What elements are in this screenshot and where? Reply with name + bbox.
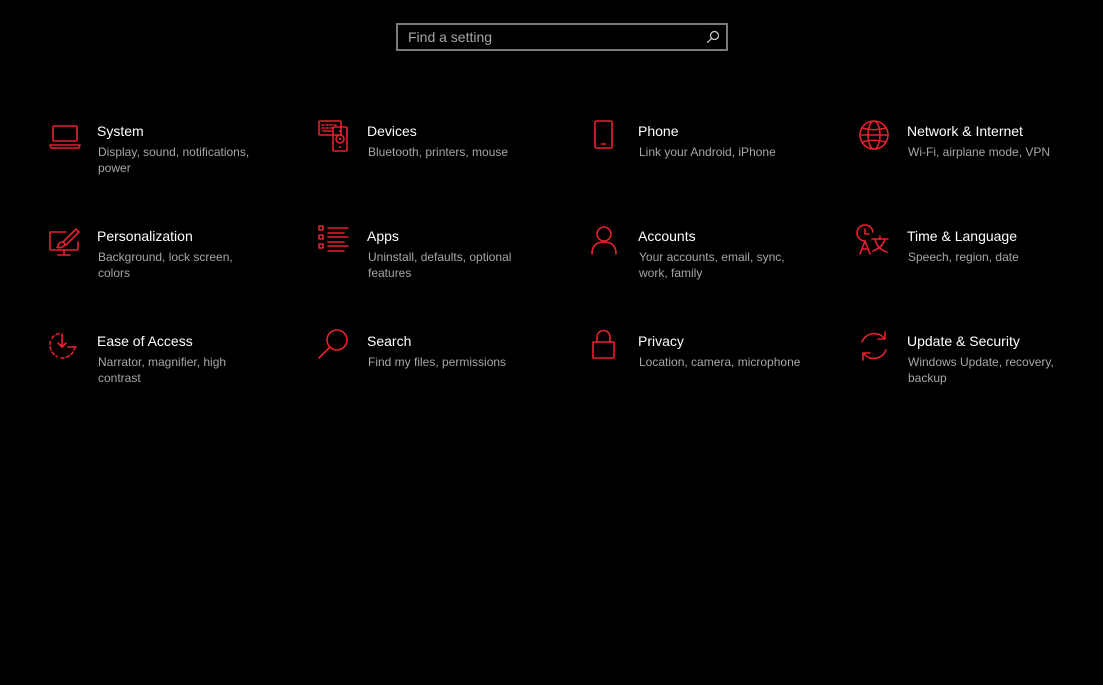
lock-icon xyxy=(589,329,623,366)
tile-description: Wi-Fi, airplane mode, VPN xyxy=(908,145,1051,159)
tile-description: Background, lock screen, colors xyxy=(98,250,233,280)
tile-title: Time & Language xyxy=(907,228,1017,244)
phone-icon xyxy=(589,120,623,156)
sync-arrows-icon xyxy=(858,331,892,366)
tile-privacy[interactable]: Privacy Location, camera, microphone xyxy=(589,329,839,412)
tile-title: Personalization xyxy=(97,228,193,244)
tile-network[interactable]: Network & Internet Wi-Fi, airplane mode,… xyxy=(858,120,1103,202)
tile-title: Ease of Access xyxy=(97,333,193,349)
search-box[interactable] xyxy=(396,23,728,51)
keyboard-speaker-icon xyxy=(318,120,352,156)
tile-phone[interactable]: Phone Link your Android, iPhone xyxy=(589,120,839,202)
tile-personalization[interactable]: Personalization Background, lock screen,… xyxy=(48,227,298,307)
tile-description: Uninstall, defaults, optional features xyxy=(368,250,512,280)
tile-description: Your accounts, email, sync, work, family xyxy=(639,250,785,280)
person-icon xyxy=(589,226,623,261)
tile-title: Apps xyxy=(367,228,399,244)
tile-title: Update & Security xyxy=(907,333,1020,349)
time-language-icon xyxy=(856,224,892,261)
tile-title: Devices xyxy=(367,123,417,139)
tile-description: Link your Android, iPhone xyxy=(639,145,776,159)
tile-description: Speech, region, date xyxy=(908,250,1019,264)
laptop-icon xyxy=(48,122,82,156)
tile-time-language[interactable]: Time & Language Speech, region, date xyxy=(856,224,1103,307)
globe-icon xyxy=(858,120,892,156)
tile-description: Windows Update, recovery, backup xyxy=(908,355,1054,385)
ease-of-access-icon xyxy=(48,332,82,366)
paint-monitor-icon xyxy=(48,227,82,261)
tile-system[interactable]: System Display, sound, notifications, po… xyxy=(48,122,298,202)
tile-search[interactable]: Search Find my files, permissions xyxy=(318,329,568,412)
tile-title: Network & Internet xyxy=(907,123,1023,139)
tile-title: Accounts xyxy=(638,228,696,244)
apps-list-icon xyxy=(318,225,352,261)
tile-accounts[interactable]: Accounts Your accounts, email, sync, wor… xyxy=(589,226,839,307)
tile-description: Display, sound, notifications, power xyxy=(98,145,250,175)
tile-title: Phone xyxy=(638,123,679,139)
tile-description: Bluetooth, printers, mouse xyxy=(368,145,509,159)
tile-description: Narrator, magnifier, high contrast xyxy=(98,355,227,385)
tile-apps[interactable]: Apps Uninstall, defaults, optional featu… xyxy=(318,225,568,307)
settings-home: System Display, sound, notifications, po… xyxy=(0,0,1103,685)
tile-devices[interactable]: Devices Bluetooth, printers, mouse xyxy=(318,120,568,202)
tile-ease-of-access[interactable]: Ease of Access Narrator, magnifier, high… xyxy=(48,332,298,412)
tile-title: Privacy xyxy=(638,333,684,349)
tile-title: Search xyxy=(367,333,412,349)
search-input[interactable] xyxy=(408,25,698,49)
tile-description: Find my files, permissions xyxy=(368,355,507,369)
magnifier-icon xyxy=(318,329,352,366)
tile-description: Location, camera, microphone xyxy=(639,355,801,369)
search-icon[interactable] xyxy=(706,30,720,44)
tile-title: System xyxy=(97,123,144,139)
tile-update-security[interactable]: Update & Security Windows Update, recove… xyxy=(858,331,1103,412)
